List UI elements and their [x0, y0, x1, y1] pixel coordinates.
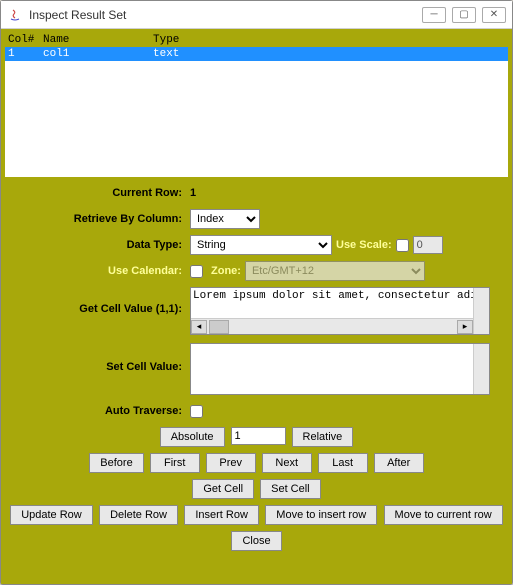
after-button[interactable]: After	[374, 453, 424, 473]
set-cell-button[interactable]: Set Cell	[260, 479, 321, 499]
content-area: Col# Name Type 1 col1 text Current Row: …	[1, 29, 512, 584]
scroll-thumb[interactable]	[209, 320, 229, 334]
zone-label: Zone:	[211, 265, 241, 277]
table-header: Col# Name Type	[5, 33, 508, 47]
retrieve-by-select[interactable]: Index	[190, 209, 260, 229]
h-scrollbar[interactable]: ◂ ▸	[191, 318, 473, 334]
use-scale-label: Use Scale:	[336, 239, 392, 251]
prev-button[interactable]: Prev	[206, 453, 256, 473]
window-controls: ─ ▢ ✕	[422, 7, 506, 23]
current-row-label: Current Row:	[5, 187, 190, 199]
maximize-button[interactable]: ▢	[452, 7, 476, 23]
scroll-left-button[interactable]: ◂	[191, 320, 207, 334]
absolute-input[interactable]	[231, 427, 286, 445]
set-cell-textarea[interactable]	[191, 344, 473, 394]
before-button[interactable]: Before	[89, 453, 143, 473]
scroll-right-button[interactable]: ▸	[457, 320, 473, 334]
titlebar: Inspect Result Set ─ ▢ ✕	[1, 1, 512, 29]
cell-type: text	[153, 48, 505, 60]
window-title: Inspect Result Set	[29, 8, 422, 22]
data-type-select[interactable]: String	[190, 235, 332, 255]
insert-row-button[interactable]: Insert Row	[184, 505, 259, 525]
get-cell-value-label: Get Cell Value (1,1):	[5, 287, 190, 315]
cell-name: col1	[43, 48, 153, 60]
minimize-button[interactable]: ─	[422, 7, 446, 23]
table-row[interactable]: 1 col1 text	[5, 47, 508, 61]
auto-traverse-checkbox[interactable]	[190, 405, 203, 418]
retrieve-by-label: Retrieve By Column:	[5, 213, 190, 225]
zone-select[interactable]: Etc/GMT+12	[245, 261, 425, 281]
cell-colnum: 1	[8, 48, 43, 60]
update-row-button[interactable]: Update Row	[10, 505, 93, 525]
window: Inspect Result Set ─ ▢ ✕ Col# Name Type …	[0, 0, 513, 585]
scale-input[interactable]	[413, 236, 443, 254]
get-cell-textarea[interactable]: Lorem ipsum dolor sit amet, consectetur …	[191, 288, 489, 322]
col-header-name: Name	[43, 34, 153, 46]
next-button[interactable]: Next	[262, 453, 312, 473]
use-scale-checkbox[interactable]	[396, 239, 409, 252]
first-button[interactable]: First	[150, 453, 200, 473]
use-calendar-label: Use Calendar:	[5, 265, 190, 277]
move-to-insert-button[interactable]: Move to insert row	[265, 505, 377, 525]
close-window-button[interactable]: ✕	[482, 7, 506, 23]
java-icon	[7, 7, 23, 23]
set-cell-textarea-wrap	[190, 343, 490, 395]
close-button[interactable]: Close	[231, 531, 281, 551]
v-scrollbar-2[interactable]	[473, 344, 489, 394]
absolute-button[interactable]: Absolute	[160, 427, 225, 447]
get-cell-button[interactable]: Get Cell	[192, 479, 254, 499]
table-body[interactable]: 1 col1 text	[5, 47, 508, 177]
set-cell-value-label: Set Cell Value:	[5, 343, 190, 373]
use-calendar-checkbox[interactable]	[190, 265, 203, 278]
current-row-value: 1	[190, 187, 196, 199]
delete-row-button[interactable]: Delete Row	[99, 505, 178, 525]
col-header-type: Type	[153, 34, 505, 46]
auto-traverse-label: Auto Traverse:	[5, 405, 190, 417]
col-header-colnum: Col#	[8, 34, 43, 46]
move-to-current-button[interactable]: Move to current row	[384, 505, 503, 525]
data-type-label: Data Type:	[5, 239, 190, 251]
v-scrollbar[interactable]	[473, 288, 489, 334]
form-area: Current Row: 1 Retrieve By Column: Index…	[5, 177, 508, 580]
last-button[interactable]: Last	[318, 453, 368, 473]
relative-button[interactable]: Relative	[292, 427, 354, 447]
get-cell-textarea-wrap: Lorem ipsum dolor sit amet, consectetur …	[190, 287, 490, 335]
